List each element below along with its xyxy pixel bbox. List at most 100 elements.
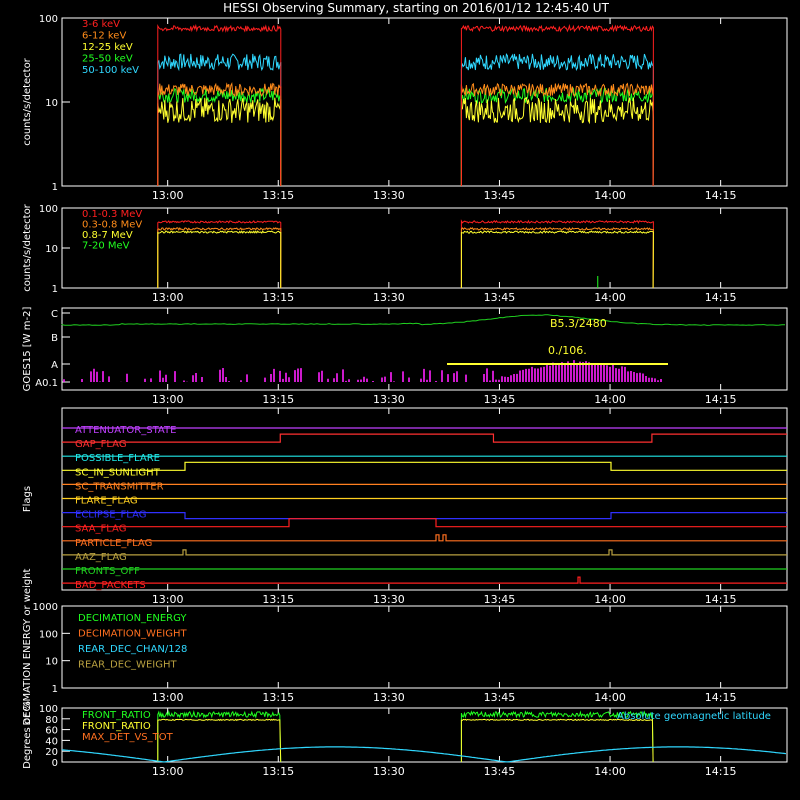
flag-line-11 [62,576,787,584]
flag-line-3 [62,461,787,471]
gamma-series-1-interval-1 [460,226,654,289]
flag-label-0: ATTENUATOR_STATE [75,425,176,436]
geomagnetic-latitude-curve [61,746,787,763]
flag-label-2: POSSIBLE_FLARE [75,453,160,464]
hxr-series-4-interval-1 [460,53,654,187]
decimation-xtick-label: 13:45 [484,691,516,704]
hxr-xtick-label: 13:45 [484,189,516,202]
decimation-ytick-label: 10 [45,657,58,668]
gamma-legend-0: 0.1-0.3 MeV [82,209,142,220]
ratios-legend-2: MAX_DET_VS_TOT [82,732,174,743]
hxr-xtick-label: 13:15 [262,189,294,202]
decimation-ytick-label: 100 [39,629,58,640]
ratios-legend-0: FRONT_RATIO [82,710,151,721]
gamma-frame [61,207,788,289]
flags-xtick-label: 13:45 [484,593,516,606]
decimation-xtick-label: 13:15 [262,691,294,704]
hxr-ytick-label: 1 [52,182,58,193]
gamma-ytick-label: 10 [45,244,58,255]
gamma-series-2-interval-1 [460,230,654,289]
flag-line-6 [62,511,787,520]
gamma-legend-2: 0.8-7 MeV [82,230,133,241]
gamma-xtick-label: 13:15 [262,291,294,304]
gamma-series-2-interval-0 [157,230,282,289]
hxr-legend-3: 25-50 keV [82,54,133,65]
goes-xtick-label: 14:15 [705,393,737,406]
goes-ytick-label: C [51,309,58,320]
decimation-legend-0: DECIMATION_ENERGY [78,613,187,624]
hxr-ytick-label: 10 [45,98,58,109]
hxr-xtick-label: 13:30 [373,189,405,202]
ratios-annotation: Absolute geomagnetic latitude [617,711,771,722]
flags-xtick-label: 13:00 [152,593,184,606]
decimation-ytick-label: 1000 [33,602,58,613]
gamma-legend-1: 0.3-0.8 MeV [82,220,142,231]
goes-long-channel [61,314,785,326]
gamma-xtick-label: 14:15 [705,291,737,304]
goes-annotation-short: 0./106. [548,344,587,357]
flag-line-9 [62,549,787,556]
flag-label-9: AAZ_FLAG [75,552,127,563]
hxr-ylabel: counts/s/detector [22,57,33,145]
goes-ytick-label: A [51,360,58,371]
flags-xtick-label: 13:15 [262,593,294,606]
summary-figure: HESSI Observing Summary, starting on 201… [22,1,788,778]
flag-line-7 [62,518,787,528]
decimation-xtick-label: 14:00 [594,691,626,704]
decimation-xtick-label: 13:30 [373,691,405,704]
hxr-xtick-label: 14:15 [705,189,737,202]
gamma-xtick-label: 13:30 [373,291,405,304]
ratios-ytick-label: 20 [45,747,58,758]
gamma-legend-3: 7-20 MeV [82,241,130,252]
decimation-ytick-label: 1 [52,684,58,695]
flag-label-3: SC_IN_SUNLIGHT [75,467,161,478]
decimation-legend-3: REAR_DEC_WEIGHT [78,660,177,671]
ratios-xtick-label: 13:15 [262,765,294,778]
ratios-ytick-label: 0 [52,758,58,769]
ratios-xtick-label: 13:30 [373,765,405,778]
ratios-ylabel: Degrees or % [22,701,33,769]
decimation-xtick-label: 14:15 [705,691,737,704]
flag-label-5: FLARE_FLAG [75,496,138,507]
goes-ytick-label: A0.1 [35,378,58,389]
flag-line-8 [62,534,787,542]
flag-label-4: SC_TRANSMITTER [75,481,164,492]
gamma-xtick-label: 14:00 [594,291,626,304]
decimation-legend-1: DECIMATION_WEIGHT [78,629,187,640]
gamma-ylabel: counts/s/detector [22,203,33,291]
ratios-xtick-label: 14:15 [705,765,737,778]
goes-annotation-long: B5.3/2480 [550,317,607,330]
flag-label-10: FRONTS_OFF [75,566,140,577]
flags-ylabel: Flags [22,486,33,512]
flags-xtick-label: 13:30 [373,593,405,606]
hxr-series-1-interval-1 [460,82,654,187]
gamma-xtick-label: 13:00 [152,291,184,304]
goes-xtick-label: 14:00 [594,393,626,406]
ratios-xtick-label: 13:00 [152,765,184,778]
hxr-series-0-interval-1 [460,23,654,187]
ratios-ytick-label: 80 [45,715,58,726]
flag-label-8: PARTICLE_FLAG [75,538,152,549]
hxr-frame [61,17,788,187]
goes-ytick-label: B [51,333,58,344]
hxr-legend-4: 50-100 keV [82,65,139,76]
goes-ylabel: GOES15 [W m-2] [22,307,33,392]
flags-xtick-label: 14:00 [594,593,626,606]
decimation-legend-2: REAR_DEC_CHAN/128 [78,644,187,655]
goes-xtick-label: 13:00 [152,393,184,406]
ratios-legend-1: FRONT_RATIO [82,721,151,732]
hxr-legend-0: 3-6 keV [82,19,120,30]
hxr-xtick-label: 13:00 [152,189,184,202]
goes-xtick-label: 13:30 [373,393,405,406]
hxr-ytick-label: 100 [39,14,58,25]
ratios-ytick-label: 40 [45,736,58,747]
flag-label-6: ECLIPSE_FLAG [75,510,146,521]
hxr-series-3-interval-1 [460,86,654,187]
ratios-xtick-label: 13:45 [484,765,516,778]
gamma-ytick-label: 100 [39,204,58,215]
flag-label-1: GAP_FLAG [75,439,127,450]
gamma-series-1-interval-0 [157,227,282,289]
ratios-ytick-label: 100 [39,704,58,715]
hxr-legend-1: 6-12 keV [82,31,126,42]
hxr-xtick-label: 14:00 [594,189,626,202]
